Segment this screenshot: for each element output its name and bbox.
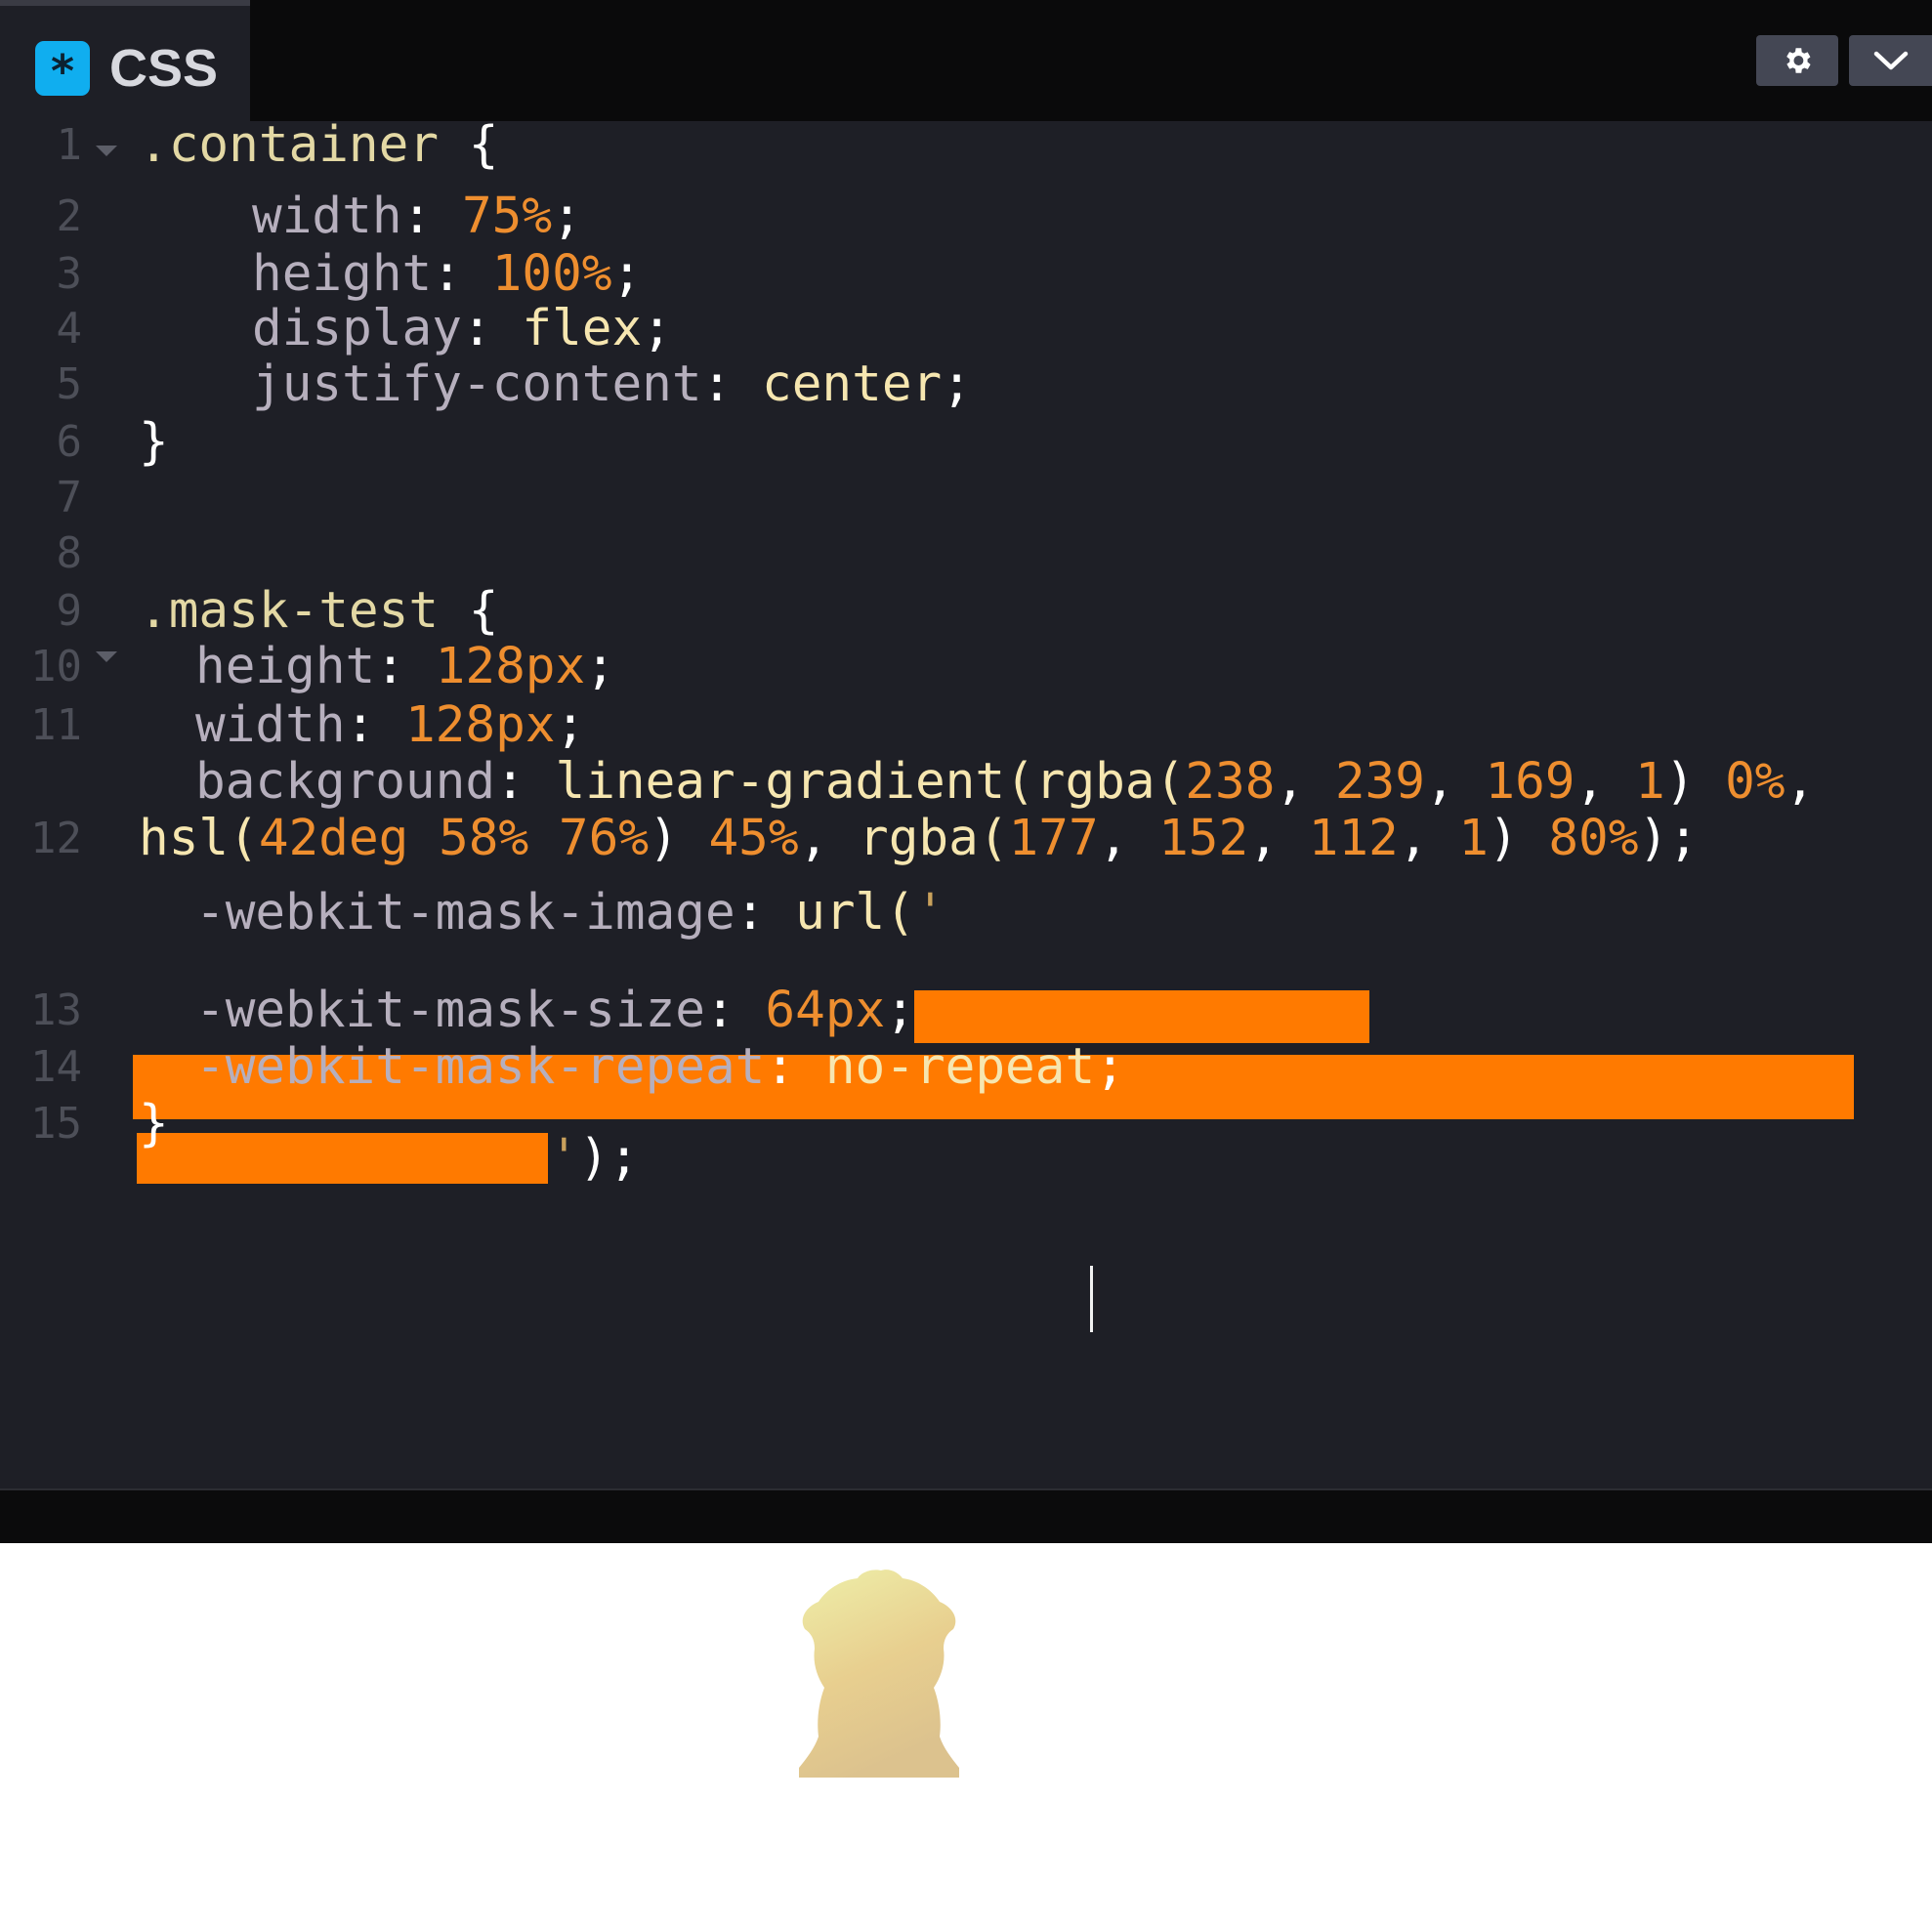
colon: : — [401, 188, 433, 245]
function: rgba( — [859, 810, 1009, 867]
punctuation: , — [1098, 810, 1159, 867]
brace: { — [468, 116, 499, 174]
punctuation: , — [1398, 810, 1459, 867]
semicolon: ; — [585, 638, 615, 695]
colon: : — [765, 1038, 796, 1096]
value: 128px — [435, 638, 586, 695]
punctuation: ) — [1488, 810, 1549, 867]
value: center — [762, 356, 943, 413]
colon: : — [701, 356, 733, 413]
number: 112 — [1308, 810, 1399, 867]
brace: } — [139, 1095, 169, 1152]
code-line-wrap: '); — [549, 1122, 639, 1194]
property: -webkit-mask-image — [195, 884, 735, 942]
property: height — [195, 638, 376, 695]
number: 45% — [708, 810, 799, 867]
value: 75% — [461, 188, 553, 245]
code-editor[interactable]: 1 2 3 4 5 6 7 8 9 10 11 12 13 14 15 .con… — [0, 116, 1932, 1488]
text-cursor — [1090, 1266, 1093, 1332]
number: 76% — [558, 810, 650, 867]
punctuation: ); — [578, 1129, 640, 1187]
collapse-button[interactable] — [1849, 35, 1932, 86]
number: 58% — [439, 810, 529, 867]
masked-silhouette — [799, 1570, 959, 1778]
editor-header: * CSS — [0, 0, 1932, 121]
semicolon: ; — [552, 188, 582, 245]
property: -webkit-mask-repeat — [195, 1038, 766, 1096]
punctuation: ); — [1638, 810, 1699, 867]
code-line: justify-content: center; — [252, 349, 972, 421]
punctuation: , — [1785, 753, 1816, 811]
redaction-block — [137, 1133, 548, 1184]
code-line: -webkit-mask-repeat: no-repeat; — [195, 1031, 1125, 1104]
line-number: 15 — [30, 1099, 82, 1149]
chevron-down-icon — [1873, 51, 1908, 70]
line-number: 12 — [30, 814, 82, 863]
colon: : — [375, 638, 405, 695]
tab-label: CSS — [109, 39, 219, 98]
code-line: -webkit-mask-image: url(' — [195, 877, 945, 949]
punctuation — [528, 810, 559, 867]
gear-icon — [1786, 48, 1811, 73]
number: 80% — [1548, 810, 1639, 867]
punctuation: , — [1248, 810, 1309, 867]
preview-pane — [0, 1543, 1932, 1926]
mask-test-preview — [799, 1570, 959, 1778]
function: url( — [795, 884, 915, 942]
punctuation — [408, 810, 439, 867]
fold-arrow-icon[interactable] — [96, 146, 117, 156]
semicolon: ; — [942, 356, 972, 413]
code-line-wrap: hsl(42deg 58% 76%) 45%, rgba(177, 152, 1… — [139, 803, 1699, 875]
editor-footer — [0, 1488, 1932, 1543]
punctuation: ) — [649, 810, 709, 867]
number: 42deg — [258, 810, 409, 867]
selector: .container — [139, 116, 440, 174]
number: 177 — [1008, 810, 1099, 867]
code-line: } — [139, 406, 169, 479]
number: 1 — [1458, 810, 1489, 867]
property: width — [252, 188, 402, 245]
semicolon: ; — [1095, 1038, 1125, 1096]
code-line: } — [139, 1088, 169, 1160]
settings-button[interactable] — [1756, 35, 1838, 86]
line-number: 11 — [30, 700, 82, 750]
punctuation: , — [798, 810, 860, 867]
number: 152 — [1158, 810, 1249, 867]
function: hsl( — [139, 810, 259, 867]
asterisk-icon: * — [35, 41, 90, 98]
line-number: 1 — [56, 120, 83, 170]
string-quote: ' — [549, 1129, 579, 1187]
tab-css[interactable]: * CSS — [0, 0, 250, 121]
brace: } — [139, 413, 169, 471]
string-quote: ' — [914, 884, 945, 942]
value: no-repeat — [824, 1038, 1096, 1096]
number: 0% — [1725, 753, 1785, 811]
property: justify-content — [252, 356, 702, 413]
colon: : — [735, 884, 766, 942]
code-line: .container { — [139, 109, 498, 182]
fold-arrow-icon[interactable] — [96, 651, 117, 662]
